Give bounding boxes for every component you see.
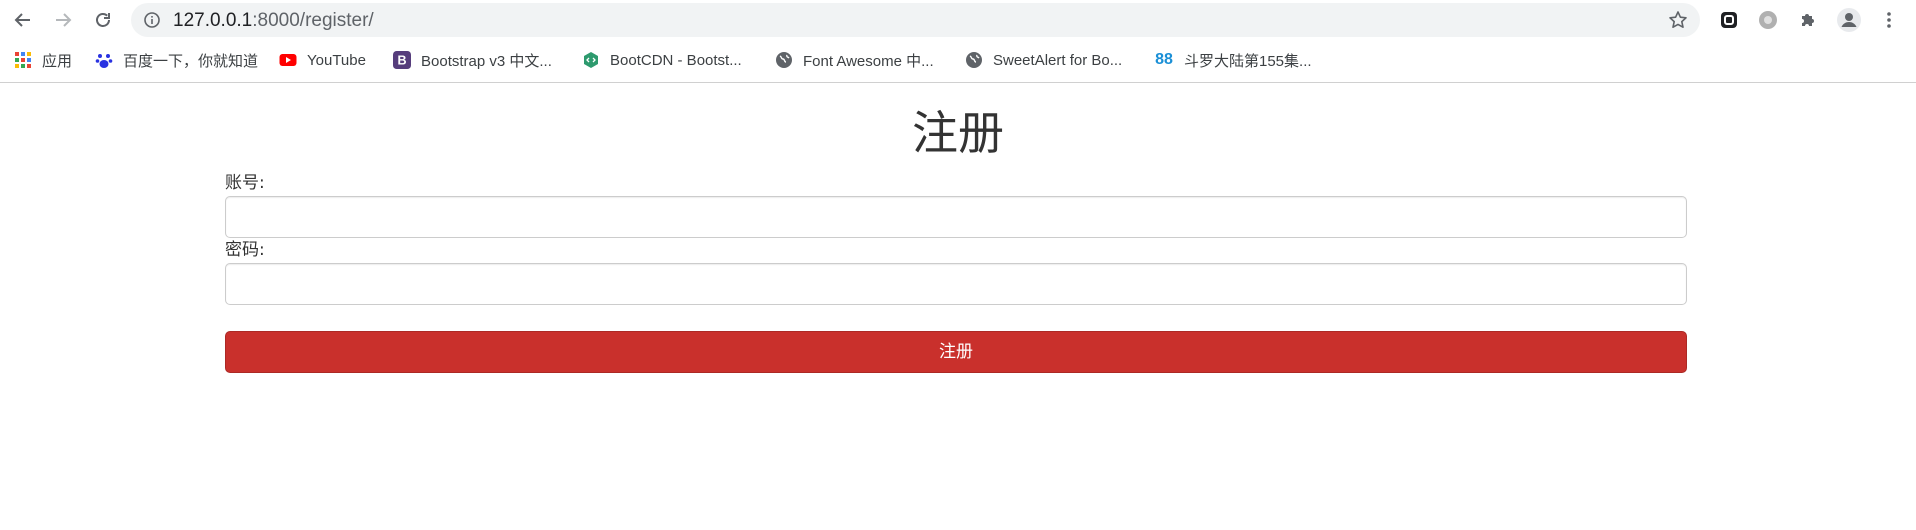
arrow-right-icon [56,13,72,27]
browser-toolbar: 127.0.0.1:8000/register/ [0,0,1916,40]
bookmarks-bar: 应用 百度一下，你就知道 YouTube B Bootstrap v3 中文..… [0,46,1916,74]
globe-icon [965,51,983,69]
reload-button[interactable] [88,6,118,34]
extensions-button[interactable] [1793,6,1823,34]
forward-button[interactable] [48,6,78,34]
bookmark-label: 百度一下，你就知道 [123,52,259,70]
baidu-paw-icon [95,51,113,69]
address-bar[interactable]: 127.0.0.1:8000/register/ [131,3,1700,37]
bookmark-label: Bootstrap v3 中文... [421,52,552,70]
puzzle-icon [1802,14,1814,26]
bookmark-bootcdn[interactable]: BootCDN - Bootst... [582,48,742,72]
browser-chrome: 127.0.0.1:8000/register/ 应用 百度一下，你就知道 Yo… [0,0,1916,83]
svg-text:B: B [397,54,406,68]
extension-button-1[interactable] [1714,6,1744,34]
bookmark-label: YouTube [307,51,366,69]
bookmark-label: 应用 [42,52,73,70]
bookmark-label: BootCDN - Bootst... [610,51,742,69]
url-text[interactable]: 127.0.0.1:8000/register/ [173,10,374,32]
bookmark-label: SweetAlert for Bo... [993,51,1123,69]
linked-squares-icon [1721,12,1737,28]
profile-button[interactable] [1834,6,1864,34]
bookmark-douluo[interactable]: 88 斗罗大陆第155集... [1152,48,1312,72]
password-input[interactable] [225,263,1687,305]
bookmark-youtube[interactable]: YouTube [279,48,366,72]
bootstrap-icon: B [393,51,411,69]
url-path: :8000/register/ [252,10,374,31]
bookmark-baidu[interactable]: 百度一下，你就知道 [95,48,258,72]
apps-grid-icon [14,51,32,69]
bookmark-font-awesome[interactable]: Font Awesome 中... [775,48,934,72]
extension-button-2[interactable] [1753,6,1783,34]
info-icon[interactable] [143,11,161,29]
back-button[interactable] [8,6,38,34]
bookmark-sweetalert[interactable]: SweetAlert for Bo... [965,48,1122,72]
bookmark-label: Font Awesome 中... [803,52,934,70]
register-button[interactable]: 注册 [225,331,1687,373]
more-vert-icon [1887,12,1891,28]
page-title: 注册 [912,106,1004,160]
password-label: 密码: [225,240,265,260]
username-input[interactable] [225,196,1687,238]
extension-circle-icon [1759,11,1777,29]
site-88-icon: 88 [1155,51,1173,68]
menu-button[interactable] [1874,6,1904,34]
arrow-left-icon [14,13,30,27]
username-label: 账号: [225,173,265,193]
star-icon[interactable] [1668,10,1688,30]
reload-icon [96,13,110,27]
bookmark-apps[interactable]: 应用 [14,48,72,72]
bootcdn-icon [582,51,600,69]
youtube-icon [279,51,297,69]
avatar-icon [1837,8,1861,32]
url-host: 127.0.0.1 [173,10,253,31]
globe-icon [775,51,793,69]
bookmark-label: 斗罗大陆第155集... [1184,52,1312,70]
bookmark-bootstrap[interactable]: B Bootstrap v3 中文... [393,48,552,72]
